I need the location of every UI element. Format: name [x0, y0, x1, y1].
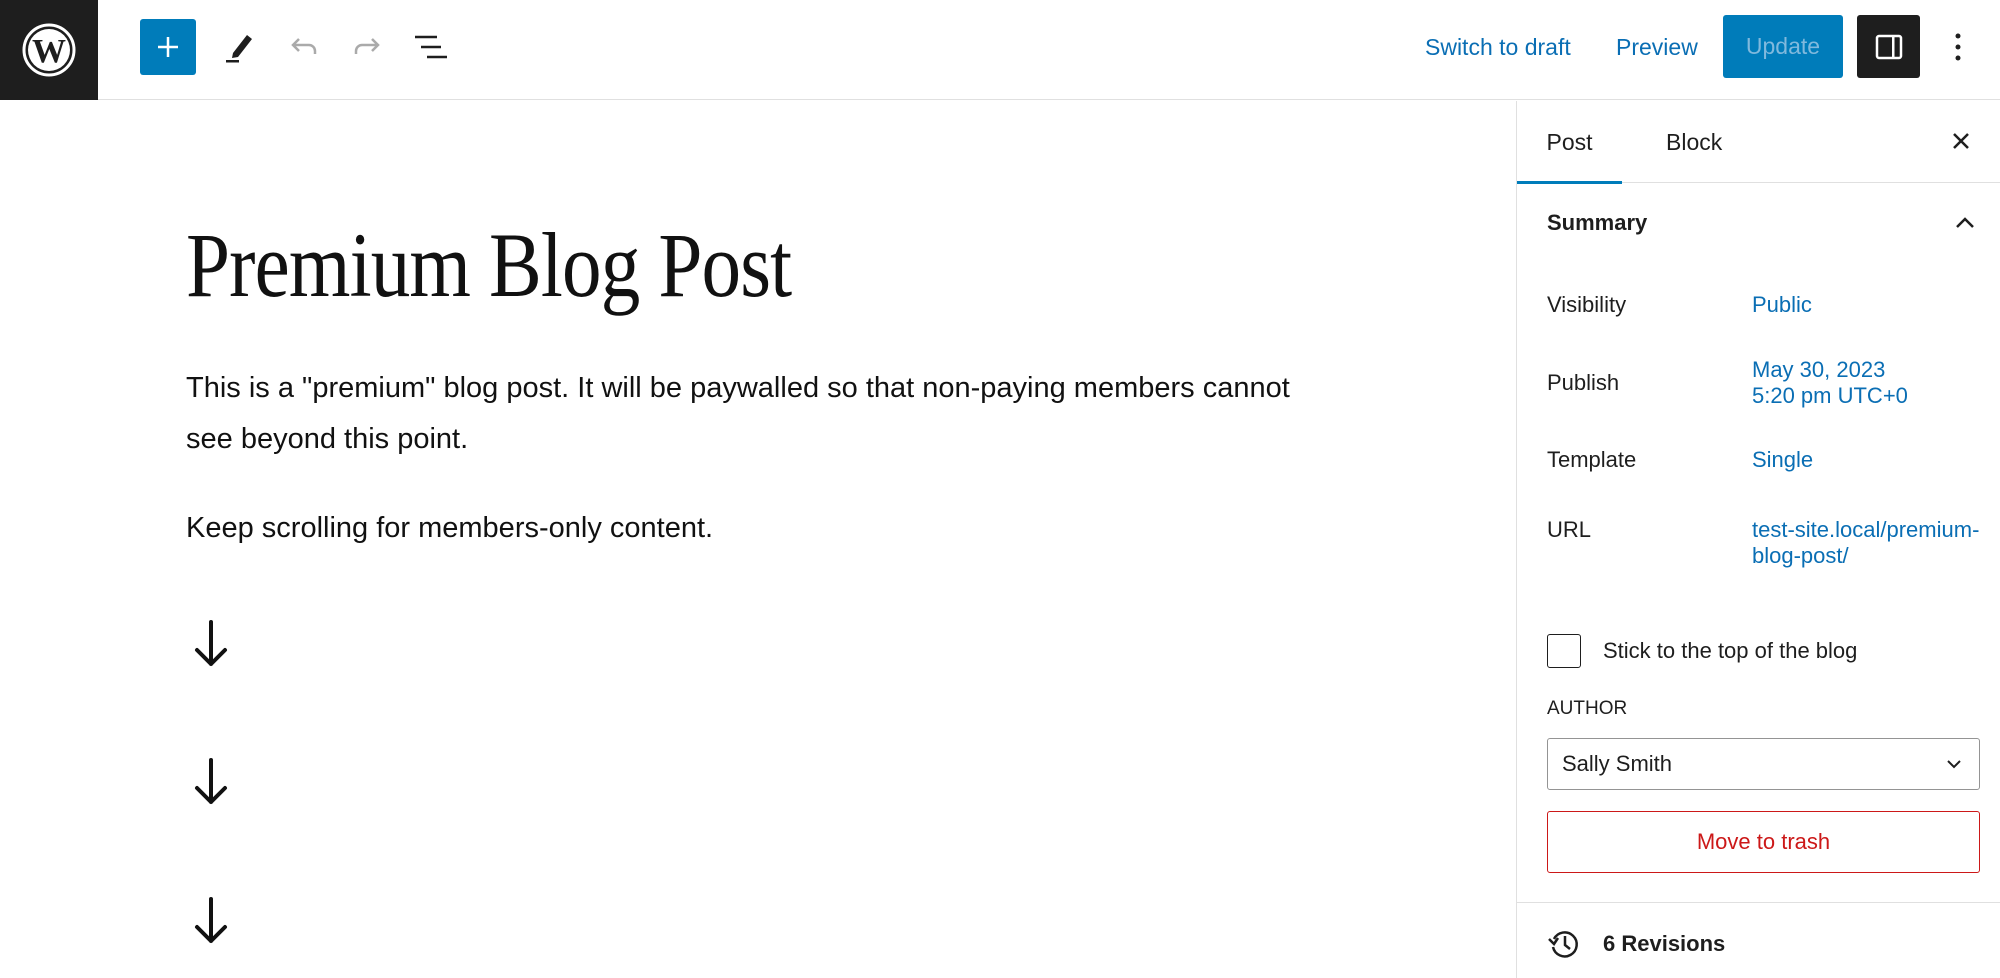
switch-to-draft-button[interactable]: Switch to draft: [1425, 30, 1571, 64]
settings-sidebar: Post Block Summary Visibility Public Pub…: [1516, 101, 2000, 978]
kebab-menu-icon: [1955, 33, 1961, 61]
settings-toggle-button[interactable]: [1857, 15, 1920, 78]
sidebar-toggle-icon: [1875, 34, 1902, 59]
document-overview-button[interactable]: [405, 22, 455, 72]
url-label: URL: [1547, 517, 1592, 542]
sidebar-tabs: Post Block: [1517, 101, 2000, 184]
revisions-button[interactable]: 6 Revisions: [1547, 924, 1725, 964]
divider: [1517, 902, 2000, 903]
pencil-icon: [226, 35, 252, 63]
options-menu-button[interactable]: [1938, 22, 1978, 72]
arrow-block[interactable]: [186, 753, 236, 809]
editor-header: W Switch to draft Preview Update: [0, 0, 2000, 100]
chevron-down-icon: [1943, 753, 1965, 775]
sticky-label: Stick to the top of the blog: [1603, 638, 1858, 663]
wordpress-logo-button[interactable]: W: [0, 0, 98, 100]
add-block-button[interactable]: [140, 19, 196, 75]
visibility-label: Visibility: [1547, 292, 1627, 317]
redo-icon: [354, 38, 380, 54]
arrow-down-icon: [195, 897, 227, 943]
paragraph-block[interactable]: Keep scrolling for members-only content.: [186, 503, 1326, 554]
arrow-block[interactable]: [186, 615, 236, 671]
revisions-label: 6 Revisions: [1603, 931, 1726, 956]
arrow-down-icon: [195, 620, 227, 666]
editor-canvas: Premium Blog Post This is a "premium" bl…: [0, 101, 1516, 978]
publish-time: 5:20 pm UTC+0: [1752, 383, 1908, 408]
publish-date: May 30, 2023: [1752, 357, 1886, 382]
move-to-trash-button[interactable]: Move to trash: [1547, 811, 1980, 873]
summary-title: Summary: [1547, 210, 1648, 235]
chevron-up-icon: [1951, 209, 1979, 237]
tools-button[interactable]: [215, 22, 265, 72]
undo-icon: [291, 38, 317, 54]
list-view-icon: [415, 35, 447, 59]
sticky-checkbox[interactable]: [1547, 634, 1581, 668]
plus-icon: [158, 37, 178, 57]
update-button[interactable]: Update: [1723, 15, 1843, 78]
redo-button[interactable]: [342, 22, 392, 72]
arrow-block[interactable]: [186, 892, 236, 948]
svg-text:W: W: [32, 33, 66, 70]
close-sidebar-button[interactable]: [1941, 121, 1981, 161]
sticky-option[interactable]: Stick to the top of the blog: [1547, 634, 1857, 668]
template-value-button[interactable]: Single: [1752, 447, 1813, 473]
summary-panel-toggle[interactable]: Summary: [1517, 183, 2000, 263]
tab-post[interactable]: Post: [1517, 101, 1622, 184]
wordpress-logo-icon: W: [22, 23, 76, 77]
visibility-value-button[interactable]: Public: [1752, 292, 1812, 318]
close-icon: [1953, 133, 1969, 149]
tab-block[interactable]: Block: [1650, 101, 1738, 183]
undo-button[interactable]: [279, 22, 329, 72]
publish-label: Publish: [1547, 370, 1620, 395]
publish-date-button[interactable]: May 30, 2023 5:20 pm UTC+0: [1752, 357, 1908, 409]
post-title[interactable]: Premium Blog Post: [186, 214, 792, 316]
author-selected-value: Sally Smith: [1562, 751, 1673, 776]
url-value-button[interactable]: test-site.local/premium-blog-post/: [1752, 517, 1982, 569]
author-label: AUTHOR: [1547, 698, 1628, 719]
preview-button[interactable]: Preview: [1616, 30, 1698, 64]
paragraph-block[interactable]: This is a "premium" blog post. It will b…: [186, 363, 1326, 465]
author-select[interactable]: Sally Smith: [1547, 738, 1980, 790]
arrow-down-icon: [195, 758, 227, 804]
history-icon: [1548, 931, 1578, 958]
template-label: Template: [1547, 447, 1637, 472]
